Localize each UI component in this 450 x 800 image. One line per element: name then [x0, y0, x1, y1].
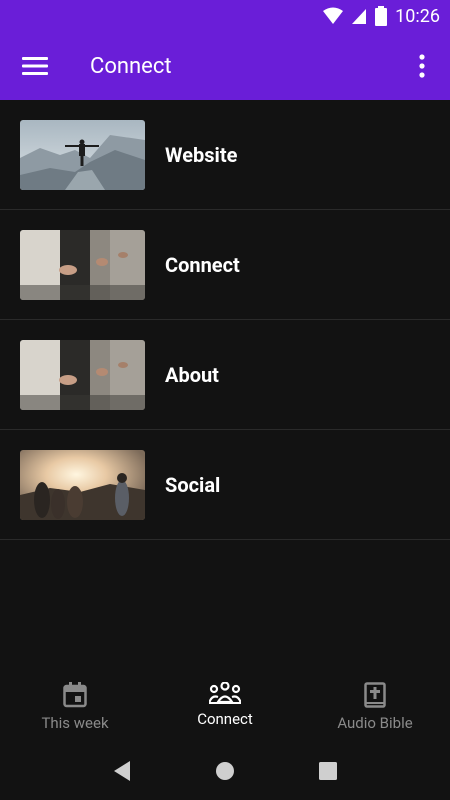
- nav-label: Connect: [197, 710, 253, 728]
- list-item-connect[interactable]: Connect: [0, 210, 450, 320]
- back-icon[interactable]: [112, 760, 132, 782]
- list-item-label: Connect: [165, 252, 240, 277]
- person-on-mountain-photo: [20, 119, 145, 190]
- thumbnail-image: [20, 449, 145, 520]
- hamburger-menu-icon: [22, 57, 48, 75]
- list-item-label: About: [165, 362, 219, 387]
- people-with-phones-photo: [20, 229, 145, 300]
- list-item-about[interactable]: About: [0, 320, 450, 430]
- status-icons: 10:26: [323, 4, 440, 28]
- menu-button[interactable]: [0, 32, 70, 100]
- system-navigation-bar: [0, 742, 450, 800]
- thumbnail-image: [20, 339, 145, 410]
- thumbnail-image: [20, 229, 145, 300]
- bottom-navigation: This week Connect Audio Bible: [0, 672, 450, 742]
- page-title: Connect: [90, 53, 172, 79]
- app-bar: Connect: [0, 32, 450, 100]
- nav-label: This week: [41, 714, 109, 732]
- friends-at-sunset-photo: [20, 449, 145, 520]
- thumbnail-image: [20, 119, 145, 190]
- bible-icon: [364, 682, 386, 708]
- wifi-icon: [323, 7, 344, 24]
- recents-icon[interactable]: [318, 761, 338, 781]
- battery-icon: [375, 6, 388, 26]
- connect-list: Website Connect About Social: [0, 100, 450, 540]
- people-with-phones-photo: [20, 339, 145, 410]
- list-item-social[interactable]: Social: [0, 430, 450, 540]
- calendar-icon: [63, 682, 87, 708]
- nav-this-week[interactable]: This week: [0, 672, 150, 742]
- nav-audio-bible[interactable]: Audio Bible: [300, 672, 450, 742]
- list-item-website[interactable]: Website: [0, 100, 450, 210]
- home-icon[interactable]: [214, 760, 236, 782]
- list-item-label: Website: [165, 142, 238, 167]
- nav-connect[interactable]: Connect: [150, 672, 300, 742]
- list-item-label: Social: [165, 472, 221, 497]
- more-vertical-icon: [419, 54, 425, 78]
- people-group-icon: [209, 682, 241, 704]
- status-time: 10:26: [395, 5, 440, 27]
- more-options-button[interactable]: [394, 32, 450, 100]
- cell-signal-icon: [352, 9, 367, 24]
- status-bar: 10:26: [0, 0, 450, 32]
- nav-label: Audio Bible: [337, 714, 413, 732]
